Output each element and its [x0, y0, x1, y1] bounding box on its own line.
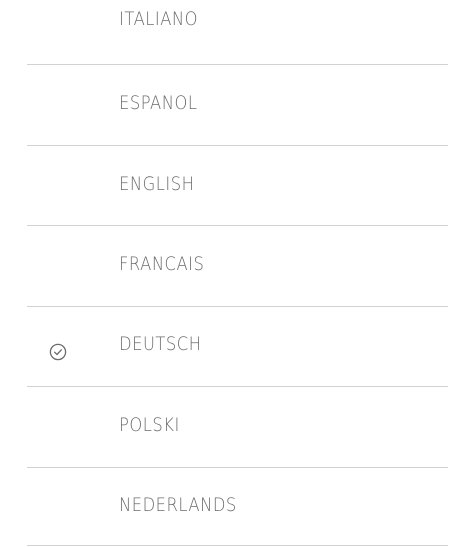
language-label: POLSKI [119, 414, 180, 436]
divider [27, 545, 448, 546]
language-label: NEDERLANDS [119, 494, 237, 516]
language-option-nederlands[interactable]: NEDERLANDS [0, 486, 465, 546]
divider [27, 306, 448, 307]
language-label: DEUTSCH [119, 333, 202, 355]
language-option-deutsch[interactable]: DEUTSCH [0, 325, 465, 385]
divider [27, 467, 448, 468]
language-option-english[interactable]: ENGLISH [0, 165, 465, 225]
language-option-francais[interactable]: FRANCAIS [0, 245, 465, 305]
language-option-italiano[interactable]: ITALIANO [0, 0, 465, 60]
language-label: ITALIANO [119, 8, 199, 30]
language-list: ITALIANO ESPANOL ENGLISH FRANCAIS DEUTSC… [0, 0, 465, 547]
divider [27, 386, 448, 387]
divider [27, 64, 448, 65]
divider [27, 225, 448, 226]
check-circle-icon [49, 343, 67, 361]
language-label: ENGLISH [119, 173, 195, 195]
language-option-espanol[interactable]: ESPANOL [0, 84, 465, 144]
language-label: FRANCAIS [119, 253, 205, 275]
language-option-polski[interactable]: POLSKI [0, 406, 465, 466]
language-label: ESPANOL [119, 92, 198, 114]
divider [27, 145, 448, 146]
